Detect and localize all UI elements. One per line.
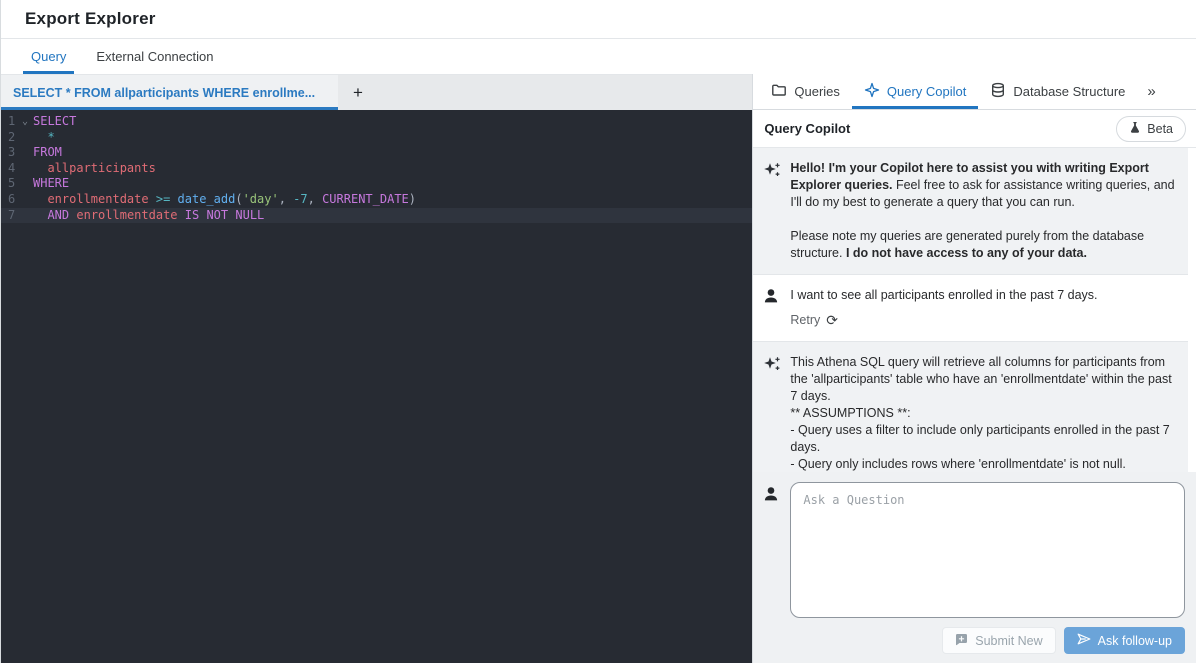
ask-followup-label: Ask follow-up (1098, 634, 1172, 648)
fold-gutter (17, 176, 33, 192)
line-number: 7 (1, 208, 17, 224)
person-icon (763, 482, 781, 663)
query-file-tab[interactable]: SELECT * FROM allparticipants WHERE enro… (1, 75, 338, 110)
code-text: * (33, 130, 55, 146)
fold-gutter (17, 192, 33, 208)
code-text: FROM (33, 145, 62, 161)
retry-label: Retry (790, 312, 820, 329)
folder-icon (771, 82, 787, 101)
tab-query-copilot-label: Query Copilot (887, 84, 966, 99)
fold-gutter (17, 161, 33, 177)
code-text: AND enrollmentdate IS NOT NULL (33, 208, 264, 224)
user-message-text: I want to see all participants enrolled … (790, 287, 1176, 304)
code-line: 3 FROM (1, 145, 752, 161)
tab-query-label: Query (31, 49, 66, 64)
tab-database-structure-label: Database Structure (1013, 84, 1125, 99)
fold-toggle-icon[interactable]: ⌄ (17, 114, 33, 130)
ask-actions: Submit New Ask follow-up (790, 627, 1185, 654)
copilot-panel: Queries Query Copilot (752, 74, 1196, 663)
sparkles-icon (763, 354, 781, 472)
chat-message-list[interactable]: Hello! I'm your Copilot here to assist y… (753, 148, 1196, 472)
code-text: SELECT (33, 114, 76, 130)
code-line: 7 AND enrollmentdate IS NOT NULL (1, 208, 752, 224)
tab-queries-label: Queries (794, 84, 840, 99)
sql-code-editor[interactable]: 1⌄SELECT2 *3FROM4 allparticipants5WHERE6… (1, 110, 752, 663)
intro-note-bold: I do not have access to any of your data… (846, 246, 1087, 260)
beta-badge[interactable]: Beta (1116, 116, 1186, 142)
message-plus-icon (955, 633, 968, 649)
line-number: 4 (1, 161, 17, 177)
copilot-response-message: This Athena SQL query will retrieve all … (753, 342, 1188, 472)
line-number: 3 (1, 145, 17, 161)
line-number: 1 (1, 114, 17, 130)
query-editor-pane: SELECT * FROM allparticipants WHERE enro… (1, 74, 752, 663)
chevrons-right-icon: » (1147, 83, 1155, 100)
send-icon (1077, 633, 1091, 648)
database-icon (990, 82, 1006, 101)
retry-button[interactable]: Retry ⟳ (790, 312, 1176, 329)
ask-question-input[interactable] (790, 482, 1185, 618)
copilot-title: Query Copilot (764, 121, 850, 136)
sparkles-icon (763, 160, 781, 262)
submit-new-button[interactable]: Submit New (942, 627, 1055, 654)
tab-external-connection[interactable]: External Connection (88, 39, 221, 74)
page-title: Export Explorer (25, 9, 156, 29)
panel-tab-bar: Queries Query Copilot (753, 74, 1196, 110)
export-explorer-window: Export Explorer Query External Connectio… (0, 0, 1196, 663)
code-line: 5 WHERE (1, 176, 752, 192)
line-number: 2 (1, 130, 17, 146)
fold-gutter (17, 145, 33, 161)
code-line: 4 allparticipants (1, 161, 752, 177)
more-tabs-button[interactable]: » (1137, 74, 1165, 109)
query-file-tab-label: SELECT * FROM allparticipants WHERE enro… (13, 86, 315, 100)
main-tab-strip: Query External Connection (1, 39, 1196, 74)
beta-label: Beta (1147, 122, 1173, 136)
line-number: 5 (1, 176, 17, 192)
code-line: 2 * (1, 130, 752, 146)
page-header: Export Explorer (1, 0, 1196, 39)
code-line: 1⌄SELECT (1, 114, 752, 130)
tab-database-structure[interactable]: Database Structure (978, 74, 1137, 109)
copilot-intro-text: Hello! I'm your Copilot here to assist y… (790, 160, 1176, 262)
code-line: 6 enrollmentdate >= date_add('day', -7, … (1, 192, 752, 208)
code-text: WHERE (33, 176, 69, 192)
user-message: I want to see all participants enrolled … (753, 274, 1188, 342)
tab-query[interactable]: Query (23, 39, 74, 74)
tab-query-copilot[interactable]: Query Copilot (852, 74, 978, 109)
ask-question-area: Submit New Ask follow-up (753, 472, 1196, 663)
fold-gutter (17, 130, 33, 146)
editor-tab-bar: SELECT * FROM allparticipants WHERE enro… (1, 74, 752, 110)
refresh-icon: ⟳ (826, 312, 838, 329)
copilot-response-text: This Athena SQL query will retrieve all … (790, 354, 1176, 472)
new-query-tab-button[interactable]: + (338, 75, 378, 110)
tab-external-connection-label: External Connection (96, 49, 213, 64)
ask-followup-button[interactable]: Ask follow-up (1064, 627, 1185, 654)
copilot-header: Query Copilot Beta (753, 110, 1196, 148)
code-text: allparticipants (33, 161, 156, 177)
person-icon (763, 287, 781, 329)
copilot-intro-message: Hello! I'm your Copilot here to assist y… (753, 148, 1188, 274)
flask-icon (1129, 121, 1141, 137)
sparkle-icon (864, 82, 880, 101)
tab-queries[interactable]: Queries (759, 74, 852, 109)
line-number: 6 (1, 192, 17, 208)
submit-new-label: Submit New (975, 634, 1042, 648)
code-text: enrollmentdate >= date_add('day', -7, CU… (33, 192, 416, 208)
fold-gutter (17, 208, 33, 224)
